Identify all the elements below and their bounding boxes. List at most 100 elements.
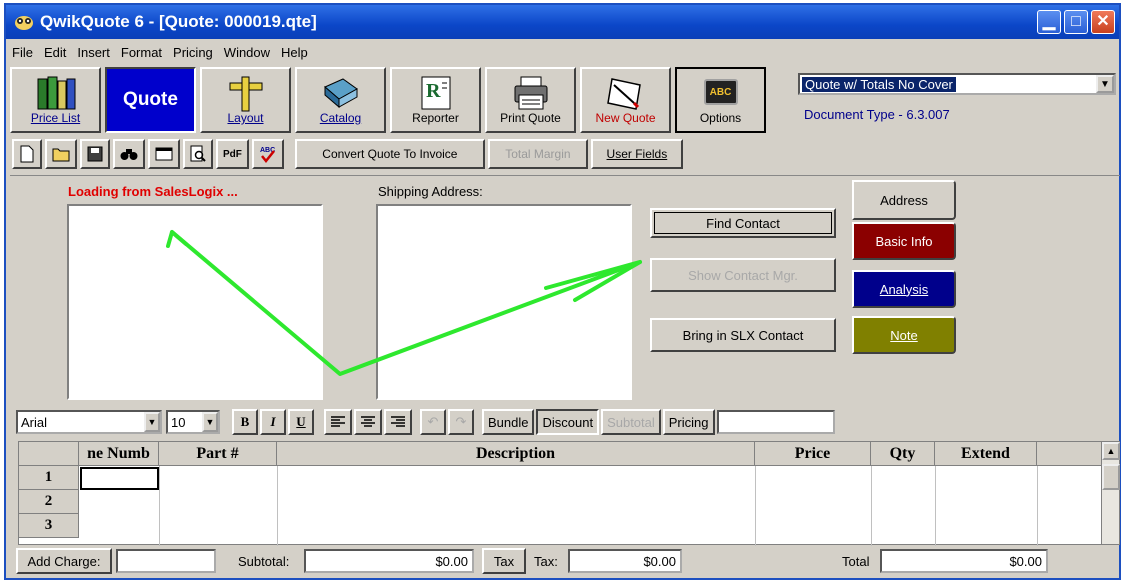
convert-label: Convert Quote To Invoice [322, 147, 458, 161]
font-size-select[interactable]: 10 ▼ [166, 410, 220, 434]
bundle-button[interactable]: Bundle [482, 409, 535, 435]
align-left-button[interactable] [324, 409, 352, 435]
tax-button-label: Tax [493, 553, 515, 569]
column-header-extend[interactable]: Extend [935, 442, 1037, 466]
tab-note[interactable]: Note [852, 316, 956, 354]
pricing-button[interactable]: Pricing [662, 409, 715, 435]
layout-button[interactable]: Layout [200, 67, 291, 133]
column-divider [159, 466, 160, 546]
window-title: QwikQuote 6 - [Quote: 000019.qte] [40, 12, 317, 31]
new-quote-button[interactable]: New Quote [580, 67, 671, 133]
t-square-icon [229, 76, 262, 112]
print-preview-button[interactable] [183, 139, 213, 169]
scroll-up-icon[interactable]: ▲ [1102, 442, 1120, 460]
tab-basic-info[interactable]: Basic Info [852, 222, 956, 260]
maximize-button[interactable]: □ [1064, 10, 1088, 34]
undo-button[interactable]: ↶ [420, 409, 446, 435]
new-file-button[interactable] [12, 139, 42, 169]
options-button[interactable]: ABC Options [675, 67, 766, 133]
column-header-description[interactable]: Description [277, 442, 755, 466]
spell-check-button[interactable]: ABC [251, 139, 284, 169]
total-margin-label: Total Margin [505, 147, 571, 161]
undo-icon: ↶ [427, 414, 439, 429]
catalog-button[interactable]: Catalog [295, 67, 386, 133]
align-center-icon [361, 416, 375, 427]
billing-address-box[interactable] [67, 204, 323, 400]
tab-address[interactable]: Address [852, 180, 956, 220]
column-header-qty[interactable]: Qty [871, 442, 935, 466]
underline-button[interactable]: U [288, 409, 314, 435]
quote-label: Quote [123, 89, 178, 110]
redo-button[interactable]: ↷ [448, 409, 474, 435]
align-right-button[interactable] [384, 409, 412, 435]
layout-label: Layout [227, 111, 264, 125]
underline-label: U [296, 414, 306, 429]
catalog-label: Catalog [319, 111, 362, 125]
menu-insert[interactable]: Insert [77, 45, 110, 60]
bring-in-slx-contact-button[interactable]: Bring in SLX Contact [650, 318, 836, 352]
options-label: Options [699, 111, 742, 125]
reporter-button[interactable]: R Reporter [390, 67, 481, 133]
scroll-thumb[interactable] [1102, 464, 1120, 490]
price-list-label: Price List [30, 111, 81, 125]
menu-edit[interactable]: Edit [44, 45, 66, 60]
row-header[interactable]: 3 [19, 514, 79, 538]
chevron-down-icon[interactable]: ▼ [144, 412, 160, 432]
total-margin-button[interactable]: Total Margin [487, 139, 588, 169]
menu-file[interactable]: File [12, 45, 33, 60]
user-fields-button[interactable]: User Fields [590, 139, 683, 169]
close-button[interactable]: ✕ [1091, 10, 1115, 34]
tax-button[interactable]: Tax [482, 548, 526, 574]
align-center-button[interactable] [354, 409, 382, 435]
tab-analysis[interactable]: Analysis [852, 270, 956, 308]
add-charge-field[interactable] [116, 549, 216, 573]
row-header-corner [19, 442, 79, 466]
quote-button[interactable]: Quote [105, 67, 196, 133]
discount-button[interactable]: Discount [536, 409, 600, 435]
tab-analysis-label: Analysis [879, 281, 929, 297]
add-charge-button[interactable]: Add Charge: [16, 548, 112, 574]
shipping-address-box[interactable] [376, 204, 632, 400]
align-right-icon [391, 416, 405, 427]
floppy-disk-icon [87, 146, 103, 162]
active-cell[interactable] [80, 467, 159, 490]
column-header-price[interactable]: Price [755, 442, 871, 466]
menu-format[interactable]: Format [121, 45, 162, 60]
print-quote-button[interactable]: Print Quote [485, 67, 576, 133]
convert-to-invoice-button[interactable]: Convert Quote To Invoice [294, 139, 485, 169]
price-list-button[interactable]: Price List [10, 67, 101, 133]
find-contact-button[interactable]: Find Contact [650, 208, 836, 238]
save-button[interactable] [80, 139, 110, 169]
menu-window[interactable]: Window [224, 45, 270, 60]
font-select[interactable]: Arial ▼ [16, 410, 162, 434]
menu-pricing[interactable]: Pricing [173, 45, 213, 60]
vertical-scrollbar[interactable]: ▲ [1101, 442, 1120, 544]
pricing-field[interactable] [716, 410, 835, 434]
show-contact-mgr-button[interactable]: Show Contact Mgr. [650, 258, 836, 292]
user-fields-label: User Fields [606, 147, 668, 161]
show-contact-mgr-label: Show Contact Mgr. [688, 267, 798, 283]
template-select[interactable]: Quote w/ Totals No Cover ▼ [798, 73, 1116, 95]
close-icon: ✕ [1096, 13, 1110, 30]
open-folder-button[interactable] [45, 139, 77, 169]
app-icon [12, 11, 36, 33]
italic-label: I [270, 414, 276, 429]
dropdown-arrow-icon[interactable]: ▼ [1096, 75, 1114, 93]
subtotal-button[interactable]: Subtotal [601, 409, 661, 435]
row-header[interactable]: 2 [19, 490, 79, 514]
main-toolbar: Price List Quote Layout Catalog R Report… [10, 67, 770, 133]
chevron-down-icon[interactable]: ▼ [202, 412, 218, 432]
italic-button[interactable]: I [260, 409, 286, 435]
pdf-button[interactable]: PdF [216, 139, 249, 169]
line-items-grid[interactable]: ne Numb Part # Description Price Qty Ext… [18, 441, 1120, 546]
menu-help[interactable]: Help [281, 45, 308, 60]
column-header-part-number[interactable]: Part # [159, 442, 277, 466]
subtotal-field: $0.00 [304, 549, 474, 573]
binoculars-icon [120, 149, 138, 160]
column-header-line-number[interactable]: ne Numb [79, 442, 159, 466]
row-header[interactable]: 1 [19, 466, 79, 490]
find-button[interactable] [113, 139, 145, 169]
bold-button[interactable]: B [232, 409, 258, 435]
minimize-button[interactable]: ▁ [1037, 10, 1061, 34]
preview-button[interactable] [148, 139, 180, 169]
